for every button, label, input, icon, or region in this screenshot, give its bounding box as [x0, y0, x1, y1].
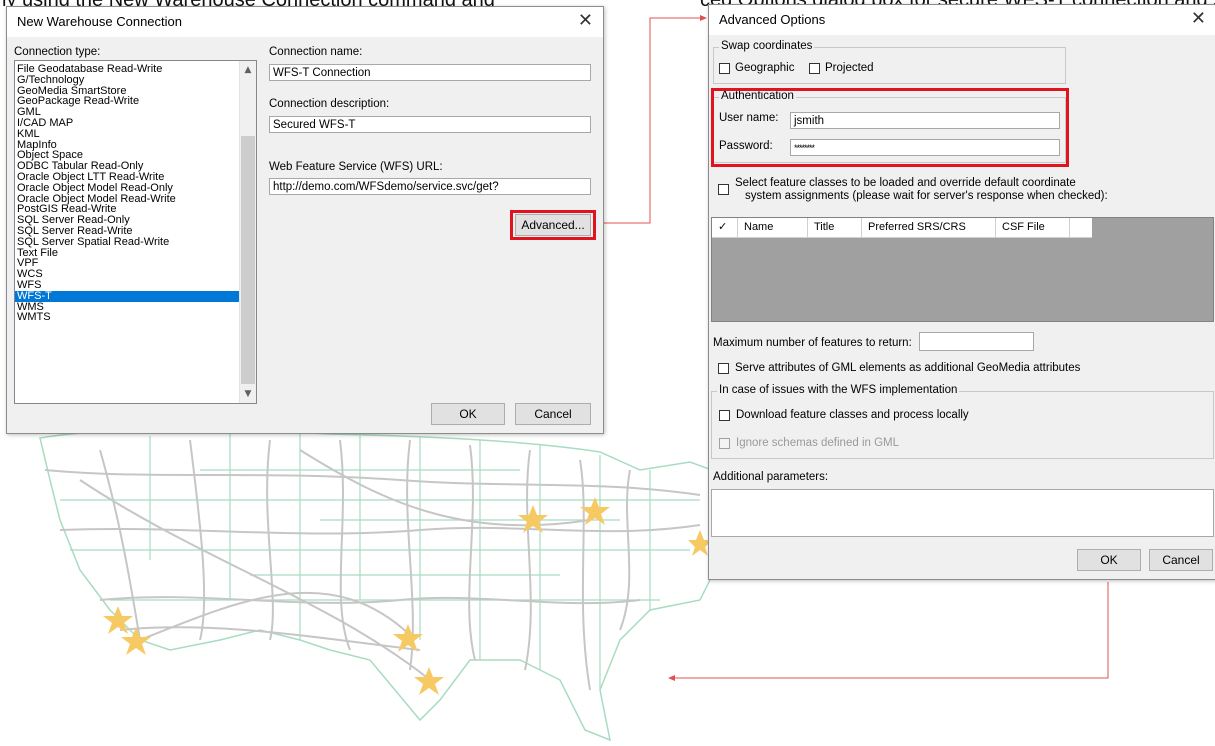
dialog-titlebar: Advanced Options ✕: [709, 5, 1215, 35]
max-features-input[interactable]: [919, 332, 1034, 351]
swap-coordinates-group: Swap coordinates Geographic Projected: [713, 40, 1066, 84]
connection-type-item[interactable]: KML: [15, 128, 239, 140]
arrowhead-to-map: [668, 675, 675, 681]
connection-type-item[interactable]: Oracle Object Model Read-Only: [15, 182, 239, 194]
wfs-url-input[interactable]: http://demo.com/WFSdemo/service.svc/get?: [269, 178, 591, 195]
swap-group-label: Swap coordinates: [719, 40, 815, 52]
connection-type-item[interactable]: WFS-T: [15, 290, 239, 302]
connection-type-list: File Geodatabase Read-Write G/Technology G…: [15, 64, 239, 323]
advanced-options-dialog: Advanced Options ✕ Swap coordinates Geog…: [708, 4, 1215, 580]
connection-type-item[interactable]: WMTS: [15, 312, 239, 323]
dialog-title: New Warehouse Connection: [17, 14, 182, 29]
geographic-checkbox[interactable]: [719, 63, 730, 74]
new-warehouse-connection-dialog: New Warehouse Connection ✕ Connection ty…: [6, 6, 604, 434]
ignore-schemas-checkbox[interactable]: [719, 438, 730, 449]
connection-description-label: Connection description:: [269, 98, 390, 110]
grid-col-title[interactable]: Title: [808, 218, 862, 237]
serve-attributes-checkbox[interactable]: [718, 363, 729, 374]
connection-type-item[interactable]: G/Technology: [15, 74, 239, 86]
cancel-button[interactable]: Cancel: [515, 403, 591, 425]
serve-attributes-label: Serve attributes of GML elements as addi…: [735, 362, 1081, 374]
authentication-highlight: [711, 88, 1069, 167]
geographic-label: Geographic: [735, 62, 795, 74]
connection-type-item[interactable]: GeoPackage Read-Write: [15, 96, 239, 107]
close-icon[interactable]: ✕: [1191, 8, 1206, 29]
additional-params-label: Additional parameters:: [713, 471, 829, 483]
arrowhead-to-advanced: [700, 15, 707, 21]
wfs-issues-group: In case of issues with the WFS implement…: [711, 384, 1214, 459]
listbox-scrollbar[interactable]: ▲ ▼: [239, 61, 256, 403]
us-outline: [39, 428, 721, 742]
wfs-url-label: Web Feature Service (WFS) URL:: [269, 161, 443, 173]
connection-type-item[interactable]: I/CAD MAP: [15, 118, 239, 129]
connection-name-label: Connection name:: [269, 46, 363, 58]
max-features-label: Maximum number of features to return:: [713, 337, 912, 349]
grid-col-csf-file[interactable]: CSF File: [996, 218, 1070, 237]
advanced-highlight: [510, 210, 596, 240]
grid-col-check[interactable]: ✓: [712, 218, 738, 237]
scroll-down-icon[interactable]: ▼: [240, 389, 256, 399]
issues-group-label: In case of issues with the WFS implement…: [717, 384, 960, 396]
feature-classes-grid[interactable]: ✓ Name Title Preferred SRS/CRS CSF File: [711, 217, 1214, 322]
connection-type-label: Connection type:: [14, 46, 101, 58]
ok-button[interactable]: OK: [1077, 549, 1141, 571]
cancel-button[interactable]: Cancel: [1149, 549, 1213, 571]
connection-name-input[interactable]: WFS-T Connection: [269, 64, 591, 81]
dialog-titlebar: New Warehouse Connection ✕: [7, 7, 603, 37]
dialog-body: Connection type: File Geodatabase Read-W…: [7, 37, 603, 433]
select-feature-classes-checkbox[interactable]: [718, 184, 729, 195]
grid-col-preferred-srs[interactable]: Preferred SRS/CRS: [862, 218, 996, 237]
connection-type-item[interactable]: SQL Server Spatial Read-Write: [15, 236, 239, 248]
grid-col-name[interactable]: Name: [738, 218, 808, 237]
connection-description-input[interactable]: Secured WFS-T: [269, 116, 591, 133]
grid-header: ✓ Name Title Preferred SRS/CRS CSF File: [712, 218, 1092, 238]
close-icon[interactable]: ✕: [578, 10, 593, 31]
additional-params-input[interactable]: [711, 489, 1214, 537]
dialog-body: Swap coordinates Geographic Projected Au…: [709, 35, 1215, 579]
projected-label: Projected: [825, 62, 874, 74]
scroll-up-icon[interactable]: ▲: [240, 65, 256, 75]
select-classes-text: Select feature classes to be loaded and …: [735, 177, 1076, 189]
ok-button[interactable]: OK: [431, 403, 505, 425]
connection-type-item[interactable]: WCS: [15, 269, 239, 280]
download-locally-label: Download feature classes and process loc…: [736, 409, 969, 421]
projected-checkbox[interactable]: [809, 63, 820, 74]
select-classes-text-2: system assignments (please wait for serv…: [745, 190, 1108, 202]
ignore-schemas-label: Ignore schemas defined in GML: [736, 437, 900, 449]
connection-type-listbox[interactable]: File Geodatabase Read-Write G/Technology G…: [14, 60, 257, 404]
connection-type-item[interactable]: VPF: [15, 258, 239, 269]
download-locally-checkbox[interactable]: [719, 410, 730, 421]
connection-type-item[interactable]: Text File: [15, 247, 239, 259]
scroll-thumb[interactable]: [241, 136, 255, 384]
dialog-title: Advanced Options: [719, 12, 826, 27]
